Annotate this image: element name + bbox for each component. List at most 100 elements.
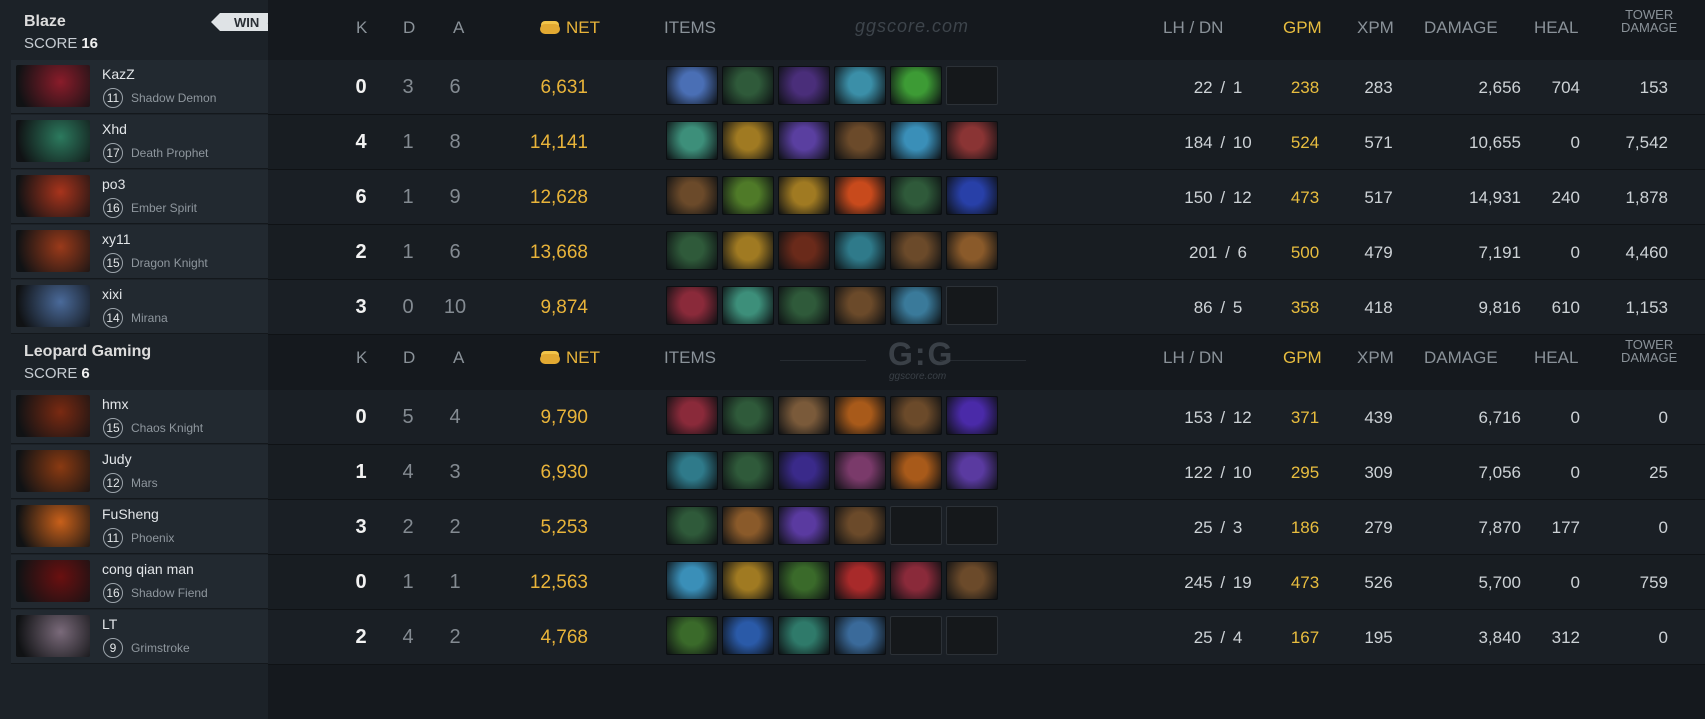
header-d[interactable]: D (403, 348, 415, 368)
item-icon[interactable] (778, 286, 830, 325)
item-icon[interactable] (778, 66, 830, 105)
player-name[interactable]: po3 (102, 176, 125, 192)
player-name[interactable]: hmx (102, 396, 128, 412)
header-tower-damage[interactable]: TOWER DAMAGE (1621, 338, 1677, 364)
item-icon[interactable] (722, 66, 774, 105)
header-xpm[interactable]: XPM (1357, 348, 1394, 368)
item-icon[interactable] (778, 396, 830, 435)
player-card[interactable]: hmx 15 Chaos Knight (11, 390, 268, 444)
item-icon[interactable] (834, 121, 886, 160)
item-icon[interactable] (778, 506, 830, 545)
item-icon[interactable] (666, 66, 718, 105)
header-lh-dn[interactable]: LH / DN (1163, 348, 1223, 368)
header-damage[interactable]: DAMAGE (1424, 18, 1498, 38)
player-name[interactable]: Judy (102, 451, 132, 467)
player-card[interactable]: po3 16 Ember Spirit (11, 170, 268, 224)
item-icon[interactable] (722, 616, 774, 655)
item-icon[interactable] (834, 451, 886, 490)
item-icon[interactable] (666, 561, 718, 600)
gpm-value: 473 (1290, 187, 1320, 207)
header-net[interactable]: NET (540, 18, 600, 38)
item-icon[interactable] (834, 286, 886, 325)
header-d[interactable]: D (403, 18, 415, 38)
player-card[interactable]: xy11 15 Dragon Knight (11, 225, 268, 279)
item-icon[interactable] (890, 66, 942, 105)
hero-level: 11 (103, 88, 123, 108)
header-net[interactable]: NET (540, 348, 600, 368)
header-a[interactable]: A (453, 18, 464, 38)
header-items[interactable]: ITEMS (664, 18, 716, 38)
header-xpm[interactable]: XPM (1357, 18, 1394, 38)
item-icon[interactable] (890, 396, 942, 435)
item-icon[interactable] (722, 396, 774, 435)
hero-name: Shadow Demon (131, 91, 217, 105)
item-icon[interactable] (834, 231, 886, 270)
item-icon[interactable] (946, 451, 998, 490)
item-icon[interactable] (834, 66, 886, 105)
item-icon[interactable] (778, 231, 830, 270)
item-icon[interactable] (834, 396, 886, 435)
item-icon[interactable] (666, 451, 718, 490)
item-icon[interactable] (778, 121, 830, 160)
item-icon[interactable] (778, 176, 830, 215)
player-name[interactable]: xixi (102, 286, 122, 302)
item-icon[interactable] (834, 616, 886, 655)
item-icon[interactable] (722, 506, 774, 545)
item-icon[interactable] (890, 176, 942, 215)
item-icon[interactable] (778, 616, 830, 655)
item-icon[interactable] (946, 231, 998, 270)
player-name[interactable]: Xhd (102, 121, 127, 137)
header-lh-dn[interactable]: LH / DN (1163, 18, 1223, 38)
item-icon[interactable] (890, 121, 942, 160)
header-gpm[interactable]: GPM (1283, 348, 1322, 368)
player-card[interactable]: cong qian man 16 Shadow Fiend (11, 555, 268, 609)
item-icon[interactable] (666, 121, 718, 160)
item-icon[interactable] (946, 561, 998, 600)
player-name[interactable]: FuSheng (102, 506, 159, 522)
header-gpm[interactable]: GPM (1283, 18, 1322, 38)
player-card[interactable]: Judy 12 Mars (11, 445, 268, 499)
item-icon[interactable] (722, 121, 774, 160)
header-heal[interactable]: HEAL (1534, 18, 1578, 38)
item-icon[interactable] (834, 561, 886, 600)
item-icon[interactable] (722, 561, 774, 600)
item-icon[interactable] (666, 616, 718, 655)
player-card[interactable]: LT 9 Grimstroke (11, 610, 268, 664)
item-icon[interactable] (890, 561, 942, 600)
item-icon[interactable] (890, 451, 942, 490)
player-name[interactable]: xy11 (102, 231, 131, 247)
player-name[interactable]: cong qian man (102, 561, 194, 577)
score-value: 6 (81, 365, 90, 382)
item-icon[interactable] (666, 176, 718, 215)
item-icon[interactable] (666, 231, 718, 270)
header-a[interactable]: A (453, 348, 464, 368)
item-icon[interactable] (834, 506, 886, 545)
item-icon[interactable] (722, 231, 774, 270)
player-card[interactable]: xixi 14 Mirana (11, 280, 268, 334)
item-icon[interactable] (666, 506, 718, 545)
player-name[interactable]: KazZ (102, 66, 135, 82)
item-icon[interactable] (666, 286, 718, 325)
item-icon[interactable] (834, 176, 886, 215)
item-icon[interactable] (890, 286, 942, 325)
item-icon[interactable] (722, 176, 774, 215)
header-tower-damage[interactable]: TOWER DAMAGE (1621, 8, 1677, 34)
player-card[interactable]: FuSheng 11 Phoenix (11, 500, 268, 554)
header-k[interactable]: K (356, 18, 367, 38)
item-icon[interactable] (946, 121, 998, 160)
item-icon[interactable] (722, 451, 774, 490)
player-card[interactable]: KazZ 11 Shadow Demon (11, 60, 268, 114)
item-icon[interactable] (722, 286, 774, 325)
item-icon[interactable] (778, 561, 830, 600)
item-icon[interactable] (890, 231, 942, 270)
header-heal[interactable]: HEAL (1534, 348, 1578, 368)
header-damage[interactable]: DAMAGE (1424, 348, 1498, 368)
item-icon[interactable] (778, 451, 830, 490)
item-icon[interactable] (946, 396, 998, 435)
player-name[interactable]: LT (102, 616, 117, 632)
header-items[interactable]: ITEMS (664, 348, 716, 368)
player-card[interactable]: Xhd 17 Death Prophet (11, 115, 268, 169)
header-k[interactable]: K (356, 348, 367, 368)
item-icon[interactable] (946, 176, 998, 215)
item-icon[interactable] (666, 396, 718, 435)
